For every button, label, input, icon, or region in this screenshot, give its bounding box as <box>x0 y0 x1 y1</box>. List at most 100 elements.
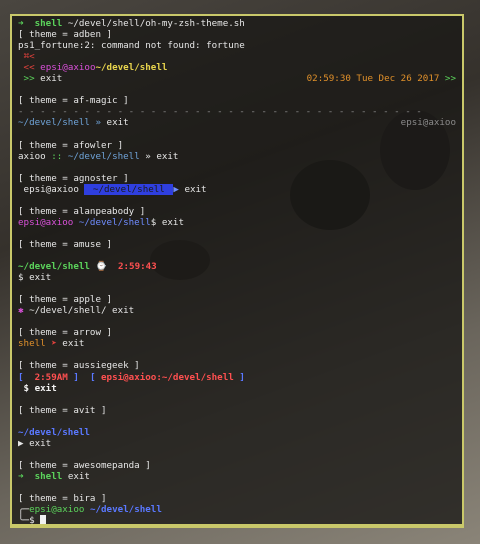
terminal-line: ps1_fortune:2: command not found: fortun… <box>18 40 458 51</box>
terminal-text: - - - - - - - - - - - - - - - - - - - - … <box>18 106 422 118</box>
terminal-line: [ theme = af-magic ] <box>18 95 458 106</box>
terminal-text: $ exit <box>18 382 57 394</box>
terminal-text: << <box>23 62 35 74</box>
terminal-text: [ theme = alanpeabody ] <box>18 205 146 217</box>
terminal-text: epsi@axioo <box>34 62 96 74</box>
terminal-text: [ theme = avit ] <box>18 404 107 416</box>
terminal-text: ╰─$ <box>18 515 41 527</box>
terminal-line: >> exit 02:59:30 Tue Dec 26 2017 >> <box>18 73 458 84</box>
terminal-text: ~/devel/shell/ exit <box>23 305 135 317</box>
terminal-text: ➜ <box>18 470 35 482</box>
terminal-text: epsi@axioo <box>29 504 85 516</box>
right-prompt: epsi@axioo <box>401 117 456 128</box>
terminal-text: [ theme = aussiegeek ] <box>18 360 140 372</box>
terminal-text: » <box>89 117 107 129</box>
terminal-text: epsi@axioo <box>18 216 74 228</box>
terminal-text: ~/devel/shell <box>18 117 90 129</box>
right-prompt-text: >> <box>439 73 456 85</box>
terminal-text: ~/devel/shell <box>18 261 90 273</box>
terminal-line: [ theme = adben ] <box>18 29 458 40</box>
terminal-line: [ theme = apple ] <box>18 294 458 305</box>
terminal-line: ~/devel/shell ⌚ 2:59:43 <box>18 261 458 272</box>
terminal-line: shell ➤ exit <box>18 338 458 349</box>
terminal-text: exit <box>29 437 52 449</box>
right-prompt-text: epsi@axioo <box>400 117 456 129</box>
terminal-text: [ theme = adben ] <box>18 29 113 41</box>
terminal-line: epsi@axioo ~/devel/shell$ exit <box>18 217 458 228</box>
terminal-output[interactable]: ➜ shell ~/devel/shell/oh-my-zsh-theme.sh… <box>18 18 458 526</box>
terminal-line: ╭─epsi@axioo ~/devel/shell <box>18 504 458 515</box>
terminal-text: ps1_fortune:2: command not found: fortun… <box>18 40 245 52</box>
terminal-line: << epsi@axioo~/devel/shell <box>18 62 458 73</box>
terminal-text: ~/devel/shell <box>18 426 90 438</box>
terminal-text: exit <box>106 117 129 129</box>
terminal-line: ~/devel/shell » exit epsi@axioo <box>18 117 458 128</box>
terminal-text: ~/devel/shell <box>73 216 151 228</box>
terminal-text: $ exit <box>18 272 52 284</box>
terminal-text: shell <box>34 470 63 482</box>
terminal-text: ] [ <box>67 371 102 383</box>
terminal-text: epsi@axioo <box>18 183 85 195</box>
terminal-line: axioo :: ~/devel/shell » exit <box>18 151 458 162</box>
terminal-text: 2:59:43 <box>112 261 157 273</box>
terminal-text: shell <box>34 18 63 29</box>
terminal-text: ▶ <box>18 437 30 449</box>
terminal-line: ✱ ~/devel/shell/ exit <box>18 305 458 316</box>
terminal-text: ~/devel/shell <box>67 150 140 162</box>
terminal-line: ╰─$ <box>18 515 458 526</box>
terminal-text: [ theme = awesomepanda ] <box>18 459 151 471</box>
terminal-text: ~/devel/shell <box>95 62 168 74</box>
terminal-text: [ theme = af-magic ] <box>18 95 129 107</box>
terminal-text: [ theme = bira ] <box>18 493 107 505</box>
terminal-line: ➜ shell exit <box>18 471 458 482</box>
terminal-text: ~/devel/shell/oh-my-zsh-theme.sh <box>62 18 245 29</box>
terminal-line: ⌘< <box>18 51 458 62</box>
terminal-text: [ <box>18 371 30 383</box>
terminal-line: [ theme = awesomepanda ] <box>18 460 458 471</box>
terminal-text: ➜ <box>18 18 35 29</box>
terminal-line: epsi@axioo ~/devel/shell ▶ exit <box>18 183 458 195</box>
terminal-text: exit <box>178 183 207 195</box>
terminal-text: ~/devel/shell <box>84 183 174 195</box>
terminal-text: 2:59AM <box>29 371 68 383</box>
terminal-line: [ theme = alanpeabody ] <box>18 206 458 217</box>
terminal-line: ➜ shell ~/devel/shell/oh-my-zsh-theme.sh <box>18 18 458 29</box>
cursor-block[interactable] <box>40 515 47 525</box>
terminal-line: - - - - - - - - - - - - - - - - - - - - … <box>18 106 458 117</box>
terminal-line: [ theme = aussiegeek ] <box>18 360 458 371</box>
terminal-text: [ theme = agnoster ] <box>18 172 129 184</box>
terminal-text: ~/devel/shell <box>84 504 162 516</box>
terminal-line: ~/devel/shell <box>18 427 458 438</box>
terminal-text: :: <box>45 150 68 162</box>
terminal-text: ] <box>233 371 245 383</box>
terminal-line: [ theme = afowler ] <box>18 140 458 151</box>
terminal-text: [ theme = afowler ] <box>18 139 124 151</box>
terminal-line: $ exit <box>18 272 458 283</box>
terminal-text: axioo <box>18 150 46 162</box>
terminal-line: $ exit <box>18 383 458 394</box>
terminal-line: ▶ exit <box>18 438 458 449</box>
terminal-text: [ theme = arrow ] <box>18 327 113 339</box>
terminal-text: ⌘< <box>23 51 35 63</box>
terminal-text: $ exit <box>150 216 184 228</box>
terminal-line: [ theme = bira ] <box>18 493 458 504</box>
terminal-text: ╭─ <box>18 504 30 516</box>
terminal-line: [ theme = amuse ] <box>18 239 458 250</box>
right-prompt: 02:59:30 Tue Dec 26 2017 >> <box>307 73 456 84</box>
terminal-text: shell <box>18 338 46 350</box>
terminal-text: ➤ <box>45 338 63 350</box>
terminal-text: [ theme = amuse ] <box>18 238 113 250</box>
